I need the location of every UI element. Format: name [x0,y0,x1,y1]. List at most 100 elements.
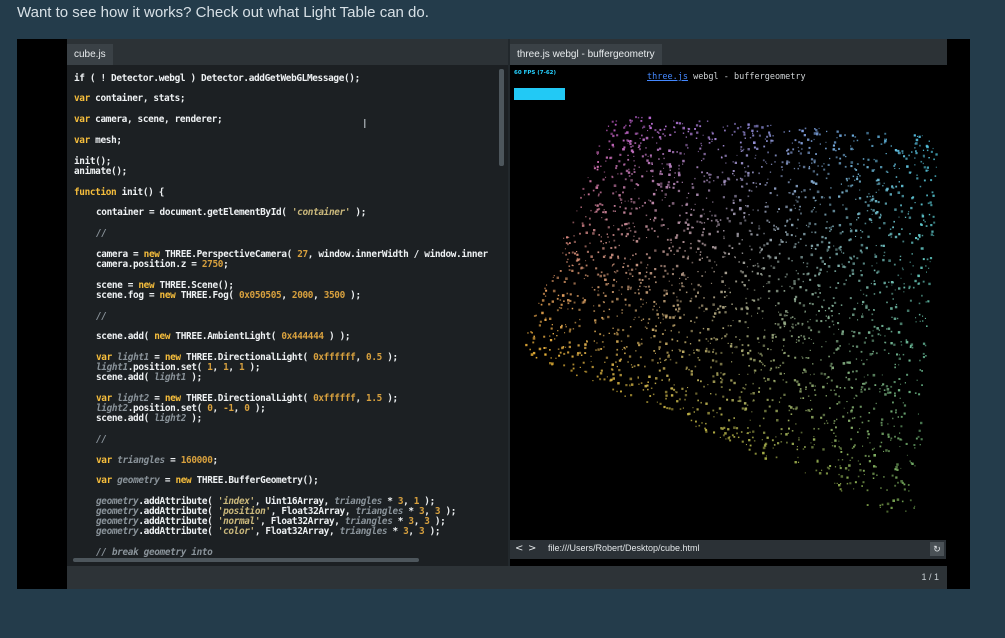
code-token: ; [223,259,229,270]
code-token: 'container' [291,207,351,218]
code-line: var container, stats; [74,93,186,104]
code-token: , window.innerWidth / window.inner [307,249,488,260]
code-token: new [175,475,192,486]
code-token: , [212,362,224,373]
code-token: , [212,403,224,414]
tab-buffergeometry-demo[interactable]: three.js webgl - buffergeometry [510,44,662,65]
code-token: triangles [111,455,165,466]
code-token: ) ); [323,331,351,342]
code-line: var geometry = new THREE.BufferGeometry(… [96,475,319,486]
code-line: scene.add( light2 ); [96,413,202,424]
code-token: ); [344,290,361,301]
code-line: if ( ! Detector.webgl ) Detector.addGetW… [74,73,360,84]
code-token: 0.5 [366,352,382,363]
code-token: // [96,434,107,445]
code-token: scene.add( [96,372,155,383]
code-token: -1 [223,403,234,414]
intro-text: Want to see how it works? Check out what… [17,4,429,21]
browser-pane[interactable]: three.js webgl - buffergeometry 60 FPS (… [510,39,947,566]
light-table-window: cube.js if ( ! Detector.webgl ) Detector… [67,39,947,589]
back-button[interactable]: < [515,543,523,554]
code-token: // [96,228,107,239]
code-token: var [96,455,112,466]
code-token: var [74,93,90,104]
code-token: container, stats; [89,93,186,104]
code-line: function init() { [74,187,164,198]
code-token: function [74,187,117,198]
code-token: 1.5 [366,393,382,404]
code-token: scene.add( [96,331,155,342]
fps-counter: 60 FPS (7-62) [514,70,557,76]
code-line: // [96,311,107,322]
code-token: var [74,114,90,125]
code-token: THREE.AmbientLight( [170,331,282,342]
forward-button[interactable]: > [528,543,536,554]
code-line: var triangles = 160000; [96,455,218,466]
code-token: 2750 [201,259,224,270]
code-token: scene.add( [96,413,155,424]
demo-title: three.js webgl - buffergeometry [647,72,806,82]
refresh-icon[interactable]: ↻ [930,542,944,556]
code-token: ); [249,403,266,414]
code-line: camera.position.z = 2750; [96,259,229,270]
editor-horizontal-scrollbar[interactable] [73,558,419,562]
code-line: scene.add( light1 ); [96,372,202,383]
demo-video[interactable]: cube.js if ( ! Detector.webgl ) Detector… [17,39,970,589]
code-line: // [96,434,107,445]
code-line: // [96,228,107,239]
particle-cube-render [525,116,938,513]
code-token: THREE.BufferGeometry(); [191,475,319,486]
code-token: ; [212,455,219,466]
code-line: scene.fog = new THREE.Fog( 0x050505, 200… [96,290,361,301]
code-token: .addAttribute( [138,526,218,537]
code-line: scene.add( new THREE.AmbientLight( 0x444… [96,331,351,342]
fps-graph [514,88,565,100]
code-token: ); [186,413,202,424]
code-editor-pane[interactable]: cube.js if ( ! Detector.webgl ) Detector… [67,39,508,566]
code-token: = [164,455,181,466]
code-token: light2 [154,413,187,424]
code-token: container = document.getElementById( [96,207,292,218]
code-token: // break geometry into [96,547,213,558]
code-token: , [228,362,239,373]
url-field[interactable]: file:///Users/Robert/Desktop/cube.html [548,543,700,553]
editor-tabbar: cube.js [67,39,508,65]
code-token: , [355,393,367,404]
code-token: 0x444444 [281,331,324,342]
code-token: 2000 [291,290,314,301]
status-bar: 1 / 1 [67,566,947,589]
browser-tabbar: three.js webgl - buffergeometry [510,39,947,65]
code-token: 0xffffff [313,393,356,404]
code-token: var [74,135,90,146]
code-line: container = document.getElementById( 'co… [96,207,366,218]
code-token: mesh; [89,135,122,146]
code-token: triangles [339,526,388,537]
code-token: scene.fog = [96,290,160,301]
code-token: light1 [154,372,187,383]
tab-cube-js[interactable]: cube.js [67,44,113,65]
threejs-link[interactable]: three.js [647,72,688,82]
code-token: , [355,352,367,363]
code-token: , [313,290,324,301]
code-token: camera, scene, renderer; [89,114,223,125]
code-token: init() { [116,187,165,198]
code-token: new [154,331,171,342]
text-cursor-icon: I [363,117,367,131]
code-token: 160000 [180,455,213,466]
page-indicator: 1 / 1 [921,572,939,582]
webgl-viewport[interactable]: 60 FPS (7-62) three.js webgl - buffergeo… [510,66,946,540]
code-token: animate(); [74,166,127,177]
code-token: = [159,475,176,486]
code-token: , [233,403,245,414]
code-line: // break geometry into [96,547,213,558]
code-token: 27 [297,249,308,260]
code-token: ); [350,207,367,218]
code-token: ); [424,526,441,537]
code-token: geometry [111,475,160,486]
code-line: var camera, scene, renderer; [74,114,223,125]
code-area[interactable]: if ( ! Detector.webgl ) Detector.addGetW… [67,65,499,558]
editor-vertical-scrollbar[interactable] [499,69,504,166]
code-token: if ( ! Detector.webgl ) Detector.addGetW… [74,73,360,84]
code-token: , Float32Array, [254,526,340,537]
code-token: 0x050505 [238,290,282,301]
